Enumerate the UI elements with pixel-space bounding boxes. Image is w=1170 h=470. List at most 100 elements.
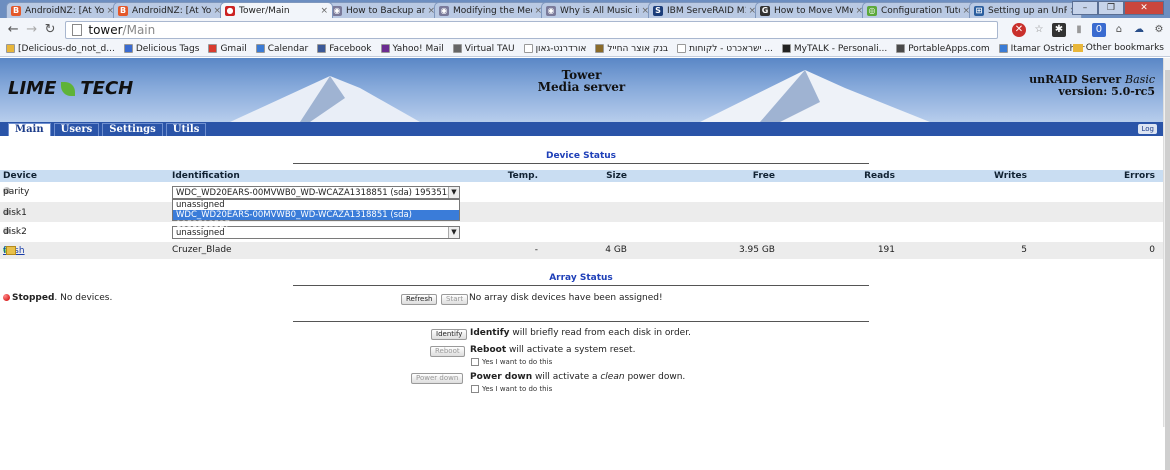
reboot-confirm-label: Yes I want to do this (482, 358, 553, 366)
device-name: parity (3, 187, 30, 197)
flash-temp: - (534, 245, 538, 255)
extension-badge-icon[interactable]: 0 (1091, 22, 1106, 37)
start-button[interactable]: Start (441, 294, 469, 305)
tab-label: IBM ServeRAID M1 (667, 5, 747, 16)
favicon-icon: G (760, 5, 770, 16)
chevron-down-icon[interactable]: ▼ (448, 227, 459, 238)
array-status-title: Array Status (293, 273, 869, 286)
bookmark-item[interactable]: MyTALK - Personali... (781, 44, 887, 54)
extension-icon[interactable]: ✱ (1051, 22, 1066, 37)
favicon-icon: ◉ (332, 5, 342, 16)
reboot-button[interactable]: Reboot (430, 346, 465, 357)
identify-text: will briefly read from each disk in orde… (509, 328, 691, 338)
browser-tab[interactable]: B AndroidNZ: [At You × (113, 2, 226, 18)
browser-tab[interactable]: ◉ Why is All Music in × (541, 2, 654, 18)
parity-dropdown-list[interactable]: unassigned WDC_WD20EARS-00MVWB0_WD-WCAZA… (172, 199, 460, 230)
tab-main[interactable]: Main (8, 123, 51, 136)
reload-icon[interactable]: ↻ (41, 22, 59, 37)
flash-free: 3.95 GB (738, 245, 775, 255)
reboot-confirm-checkbox[interactable] (471, 358, 479, 366)
power-down-confirm-checkbox[interactable] (471, 385, 479, 393)
close-tab-icon[interactable]: × (320, 6, 328, 16)
dropdown-option[interactable]: unassigned (173, 200, 459, 210)
bookmark-icon (677, 44, 687, 53)
browser-tab[interactable]: ● Tower/Main × (220, 2, 333, 18)
col-device: Device (3, 171, 37, 181)
address-bar[interactable]: tower/Main (65, 20, 998, 39)
bookmark-icon (123, 44, 133, 53)
device-row-disk2: disk2 unassigned ▼ (0, 222, 1163, 242)
bookmark-item[interactable]: ישראכרט - לקוחות ... (677, 44, 773, 54)
browser-tab[interactable]: ◎ Configuration Tuto × (862, 2, 975, 18)
forward-arrow-icon[interactable]: → (22, 22, 40, 37)
identify-title: Identify (470, 328, 510, 338)
device-name: disk2 (3, 227, 27, 237)
url-path: /Main (122, 22, 156, 37)
bookmark-item[interactable]: [Delicious-do_not_d... (6, 44, 115, 54)
col-reads: Reads (864, 171, 895, 181)
bookmark-item[interactable]: בנק אוצר החייל (595, 44, 668, 54)
scrollbar-thumb[interactable] (1165, 70, 1170, 470)
signal-icon[interactable]: ▮ (1072, 23, 1086, 37)
reboot-confirm[interactable]: Yes I want to do this (471, 358, 552, 366)
power-down-button[interactable]: Power down (411, 373, 464, 384)
parity-assign-select[interactable]: WDC_WD20EARS-00MVWB0_WD-WCAZA1318851 (sd… (172, 186, 460, 199)
version-text: version: 5.0-rc5 (1058, 85, 1155, 98)
chevron-down-icon[interactable]: ▼ (448, 187, 459, 198)
bookmark-item[interactable]: Calendar (255, 43, 309, 54)
bookmark-item[interactable]: אורדרנט-גאון (523, 44, 586, 54)
refresh-button[interactable]: Refresh (401, 294, 438, 305)
identify-button[interactable]: Identify (431, 329, 468, 340)
browser-tab[interactable]: ◉ How to Backup and × (327, 2, 440, 18)
flash-size: 4 GB (605, 245, 627, 255)
power-down-confirm[interactable]: Yes I want to do this (471, 385, 552, 393)
bookmark-label: Gmail (220, 43, 247, 54)
tab-label: Configuration Tuto (881, 5, 961, 16)
flash-writes: 5 (1021, 245, 1027, 255)
bookmark-item[interactable]: Virtual TAU (452, 44, 515, 54)
tab-users[interactable]: Users (53, 123, 100, 136)
tab-utils[interactable]: Utils (165, 123, 207, 136)
bookmark-item[interactable]: Gmail (208, 43, 247, 54)
favicon-icon: ● (225, 5, 235, 16)
blocked-icon[interactable]: ✕ (1011, 22, 1026, 37)
bookmark-item[interactable]: PortableApps.com (896, 44, 990, 54)
browser-tab[interactable]: B AndroidNZ: [At You × (6, 2, 119, 18)
config-icon[interactable] (6, 246, 16, 255)
browser-tab[interactable]: ◉ Modifying the Med × (434, 2, 547, 18)
tab-settings[interactable]: Settings (102, 123, 163, 136)
unraid-banner: LIME TECH Tower Media server unRAID Serv… (0, 58, 1163, 122)
log-button[interactable]: Log (1138, 124, 1157, 134)
wrench-icon[interactable]: ⚙ (1152, 23, 1166, 37)
back-arrow-icon[interactable]: ← (4, 22, 22, 37)
bookmark-item[interactable]: Itamar Ostricher (998, 44, 1085, 54)
bookmark-icon (452, 44, 462, 53)
browser-tab[interactable]: G How to Move VMw × (755, 2, 868, 18)
minimize-icon[interactable]: – (1072, 1, 1098, 15)
reboot-description: Reboot will activate a system reset. (470, 345, 635, 355)
favicon-icon: ◉ (439, 5, 449, 16)
status-dot-icon (3, 294, 10, 301)
page-icon (72, 23, 83, 36)
maximize-icon[interactable]: ❐ (1098, 1, 1124, 15)
page-scrollbar[interactable] (1163, 58, 1170, 470)
bookmark-label: Calendar (267, 43, 309, 54)
other-bookmarks[interactable]: Other bookmarks (1072, 43, 1164, 53)
close-window-icon[interactable]: ✕ (1124, 1, 1164, 15)
cloud-icon[interactable]: ☁ (1132, 23, 1146, 37)
bookmark-item[interactable]: Facebook (317, 44, 372, 54)
dropdown-option-selected[interactable]: WDC_WD20EARS-00MVWB0_WD-WCAZA1318851 (sd… (173, 210, 459, 230)
favicon-icon: B (11, 5, 21, 16)
col-temp: Temp. (507, 171, 538, 181)
bookmark-label: Delicious Tags (135, 43, 200, 54)
bookmark-item[interactable]: Yahoo! Mail (380, 44, 444, 54)
browser-tab[interactable]: ⊞Setting up an UnRa× (969, 2, 1082, 18)
browser-tab[interactable]: S IBM ServeRAID M1 × (648, 2, 761, 18)
tab-label: Setting up an UnRa (988, 5, 1068, 16)
star-icon[interactable]: ☆ (1032, 23, 1046, 37)
bookmark-item[interactable]: Delicious Tags (123, 43, 200, 54)
device-name: disk1 (3, 208, 27, 218)
tab-label: AndroidNZ: [At You (132, 5, 212, 16)
bank-icon[interactable]: ⌂ (1112, 23, 1126, 37)
bookmark-icon (595, 44, 605, 53)
